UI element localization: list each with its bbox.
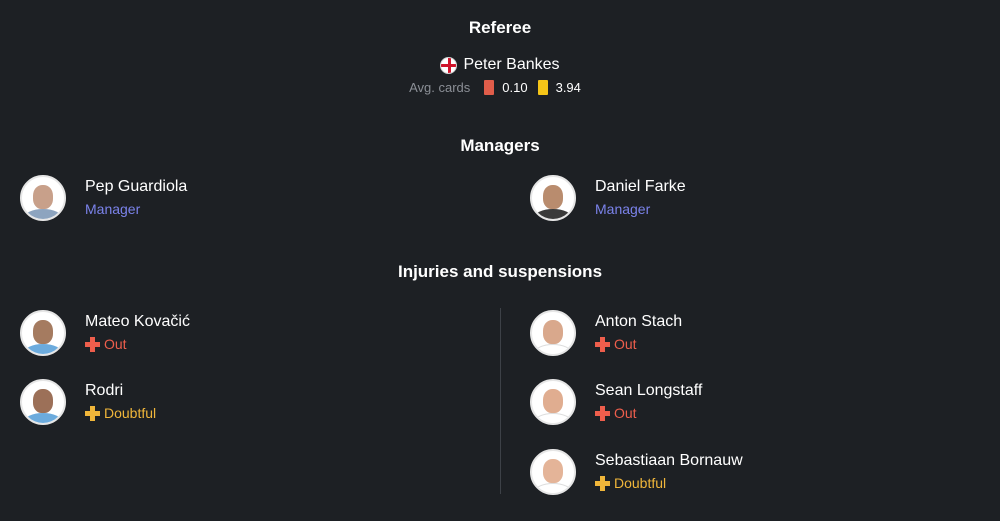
yellow-card-icon: [537, 80, 548, 95]
avatar: [20, 310, 66, 356]
injury-cross-icon: [85, 405, 100, 421]
status-badge: Doubtful: [595, 473, 743, 493]
avatar: [530, 310, 576, 356]
manager-away[interactable]: Daniel Farke Manager: [530, 175, 686, 221]
manager-role: Manager: [595, 201, 651, 217]
referee-row: Peter Bankes: [0, 56, 1000, 74]
player-name: Sean Longstaff: [595, 382, 703, 399]
status-text: Out: [104, 336, 127, 352]
red-card-average: 0.10: [502, 80, 528, 95]
player-name: Mateo Kovačić: [85, 313, 190, 330]
red-card-icon: [484, 80, 495, 95]
manager-name: Pep Guardiola: [85, 178, 188, 195]
status-badge: Out: [595, 334, 682, 354]
injury-cross-icon: [85, 336, 100, 352]
avatar: [530, 175, 576, 221]
status-text: Out: [614, 336, 637, 352]
status-badge: Out: [85, 334, 190, 354]
injury-home-0[interactable]: Mateo Kovačić Out: [20, 310, 190, 356]
status-text: Doubtful: [614, 475, 667, 491]
managers-title: Managers: [460, 136, 540, 155]
player-name: Rodri: [85, 382, 124, 399]
avatar: [20, 379, 66, 425]
yellow-card-average: 3.94: [555, 80, 581, 95]
player-name: Anton Stach: [595, 313, 683, 330]
manager-role: Manager: [85, 201, 141, 217]
avg-cards-label: Avg. cards: [409, 80, 471, 95]
injury-cross-icon: [595, 475, 610, 491]
england-flag-icon: [440, 56, 458, 74]
column-divider: [500, 308, 501, 494]
status-badge: Out: [595, 403, 702, 423]
injury-away-0[interactable]: Anton Stach Out: [530, 310, 682, 356]
injury-cross-icon: [595, 336, 610, 352]
player-name: Sebastiaan Bornauw: [595, 452, 743, 469]
injuries-title: Injuries and suspensions: [397, 262, 603, 281]
injury-cross-icon: [595, 405, 610, 421]
avatar: [20, 175, 66, 221]
injury-home-1[interactable]: Rodri Doubtful: [20, 379, 156, 425]
avatar: [530, 449, 576, 495]
referee-title: Referee: [468, 18, 532, 37]
referee-name[interactable]: Peter Bankes: [463, 56, 559, 74]
avg-cards-row: Avg. cards 0.10 3.94: [0, 80, 1000, 95]
manager-name: Daniel Farke: [595, 178, 686, 195]
injury-away-2[interactable]: Sebastiaan Bornauw Doubtful: [530, 449, 743, 495]
avatar: [530, 379, 576, 425]
status-text: Doubtful: [104, 405, 157, 421]
injury-away-1[interactable]: Sean Longstaff Out: [530, 379, 702, 425]
status-badge: Doubtful: [85, 403, 156, 423]
manager-home[interactable]: Pep Guardiola Manager: [20, 175, 187, 221]
status-text: Out: [614, 405, 637, 421]
